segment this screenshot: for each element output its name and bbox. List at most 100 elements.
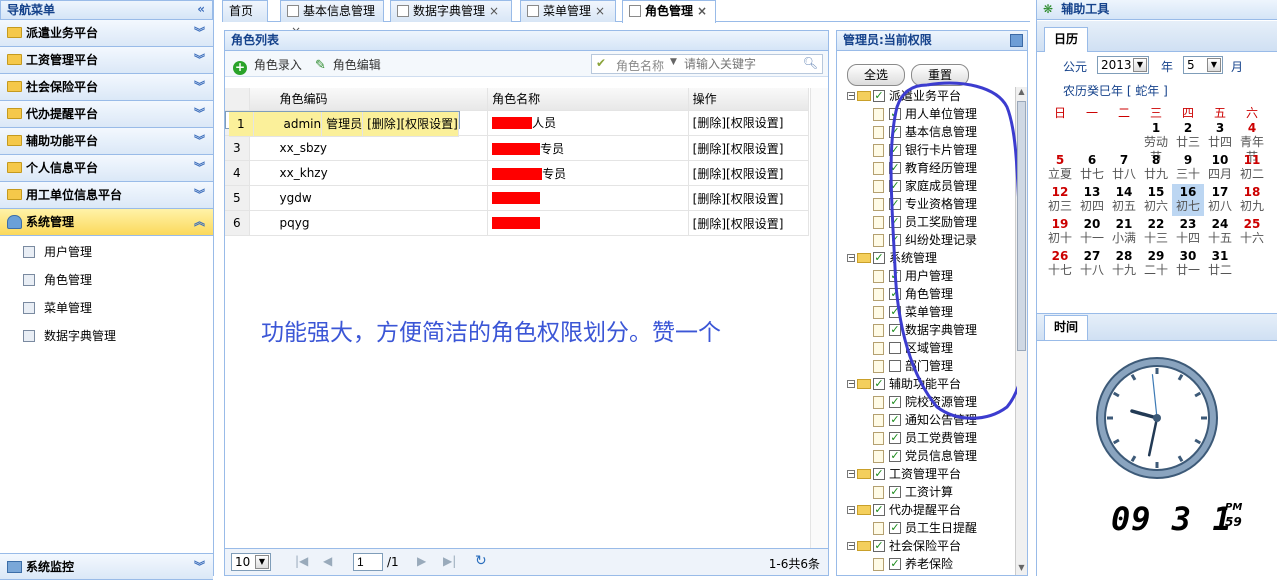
calendar-day[interactable]: 6 廿七: [1076, 152, 1108, 184]
calendar-day[interactable]: 31 廿二: [1204, 248, 1236, 280]
tree-checkbox[interactable]: ✓: [889, 486, 901, 498]
table-row[interactable]: 5 ygdw [删除][权限设置]: [225, 185, 810, 211]
column-header[interactable]: 角色编码: [249, 88, 489, 111]
calendar-day[interactable]: 23 十四: [1172, 216, 1204, 248]
close-icon[interactable]: ×: [489, 4, 499, 18]
tab-time[interactable]: 时间: [1044, 315, 1088, 340]
collapse-toggle-icon[interactable]: −: [847, 380, 855, 388]
year-select[interactable]: 2013 ▼: [1097, 56, 1149, 74]
prev-page-icon[interactable]: ◀: [323, 554, 332, 568]
table-row[interactable]: 3 xx_sbzy 专员 [删除][权限设置]: [225, 135, 810, 161]
first-page-icon[interactable]: |◀: [295, 554, 308, 568]
calendar-day[interactable]: 10 四月: [1204, 152, 1236, 184]
calendar-day[interactable]: 21 小满: [1108, 216, 1140, 248]
tab[interactable]: 角色管理 ×: [622, 0, 716, 23]
last-page-icon[interactable]: ▶|: [443, 554, 456, 568]
save-icon[interactable]: [1010, 34, 1023, 47]
tree-node[interactable]: − ✓ 社会保险平台: [845, 537, 1015, 555]
tree-checkbox[interactable]: ✓: [873, 540, 885, 552]
calendar-day[interactable]: 3 廿四: [1204, 120, 1236, 152]
calendar-day[interactable]: 12 初三: [1044, 184, 1076, 216]
calendar-day[interactable]: 14 初五: [1108, 184, 1140, 216]
nav-group[interactable]: 社会保险平台 ︾: [0, 74, 213, 101]
tree-checkbox[interactable]: ✓: [889, 450, 901, 462]
row-actions[interactable]: [删除][权限设置]: [362, 111, 459, 137]
month-select[interactable]: 5 ▼: [1183, 56, 1223, 74]
scroll-up-icon[interactable]: ▲: [1016, 87, 1027, 99]
chevron-down-icon[interactable]: ︾: [194, 554, 205, 580]
calendar-day[interactable]: 2 廿三: [1172, 120, 1204, 152]
table-row[interactable]: 1 admin 管理员 [删除][权限设置]: [225, 110, 460, 137]
close-icon[interactable]: ×: [697, 4, 707, 18]
calendar-day[interactable]: 9 三十: [1172, 152, 1204, 184]
table-row[interactable]: 4 xx_khzy 专员 [删除][权限设置]: [225, 160, 810, 186]
calendar-day[interactable]: 24 十五: [1204, 216, 1236, 248]
tab[interactable]: 首页: [222, 0, 268, 22]
chevron-down-icon[interactable]: ︾: [194, 101, 205, 127]
nav-subitem[interactable]: 数据字典管理: [0, 322, 213, 350]
chevron-down-icon[interactable]: ︾: [194, 47, 205, 73]
calendar-day[interactable]: 1 劳动节: [1140, 120, 1172, 164]
calendar-day[interactable]: 5 立夏: [1044, 152, 1076, 184]
search-field-select[interactable]: 角色名称: [616, 57, 664, 74]
calendar-day[interactable]: 8 廿九: [1140, 152, 1172, 184]
page-size-select[interactable]: 10 ▼: [231, 553, 271, 571]
nav-group[interactable]: 派遣业务平台 ︾: [0, 20, 213, 47]
chevron-down-icon[interactable]: ︾: [194, 74, 205, 100]
tab-calendar[interactable]: 日历: [1044, 27, 1088, 52]
chevron-down-icon[interactable]: ︾: [194, 20, 205, 46]
nav-group-system[interactable]: 系统管理 ︽: [0, 209, 213, 236]
collapse-icon[interactable]: «: [197, 0, 205, 18]
nav-subitem[interactable]: 角色管理: [0, 266, 213, 294]
nav-group[interactable]: 代办提醒平台 ︾: [0, 101, 213, 128]
nav-group[interactable]: 用工单位信息平台 ︾: [0, 182, 213, 209]
calendar-day[interactable]: 4 青年节: [1236, 120, 1268, 164]
close-icon[interactable]: ×: [595, 4, 605, 18]
scroll-down-icon[interactable]: ▼: [1016, 563, 1027, 575]
calendar-day[interactable]: 17 初八: [1204, 184, 1236, 216]
scroll-thumb[interactable]: [1017, 101, 1026, 351]
chevron-down-icon[interactable]: ︾: [194, 155, 205, 181]
tab[interactable]: 基本信息管理×: [280, 0, 384, 38]
chevron-up-icon[interactable]: ︽: [194, 209, 205, 235]
nav-group[interactable]: 工资管理平台 ︾: [0, 47, 213, 74]
calendar-day[interactable]: 22 十三: [1140, 216, 1172, 248]
row-actions[interactable]: [删除][权限设置]: [688, 160, 810, 186]
column-header[interactable]: 角色名称: [487, 88, 689, 111]
row-actions[interactable]: [删除][权限设置]: [688, 210, 810, 236]
row-actions[interactable]: [删除][权限设置]: [688, 185, 810, 211]
calendar-day[interactable]: 29 二十: [1140, 248, 1172, 280]
calendar-day[interactable]: 20 十一: [1076, 216, 1108, 248]
tree-node[interactable]: − ✓ 工资管理平台: [845, 465, 1015, 483]
collapse-toggle-icon[interactable]: −: [847, 254, 855, 262]
calendar-day[interactable]: 19 初十: [1044, 216, 1076, 248]
calendar-day[interactable]: 7 廿八: [1108, 152, 1140, 184]
calendar-day[interactable]: 11 初二: [1236, 152, 1268, 184]
calendar-day[interactable]: 27 十八: [1076, 248, 1108, 280]
tree-node[interactable]: ✓ 员工生日提醒: [845, 519, 1015, 537]
calendar-day[interactable]: 18 初九: [1236, 184, 1268, 216]
page-input[interactable]: [353, 553, 383, 571]
calendar-day[interactable]: 30 廿一: [1172, 248, 1204, 280]
chevron-down-icon[interactable]: ︾: [194, 128, 205, 154]
edit-role-button[interactable]: ✎ 角色编辑: [315, 56, 381, 73]
search-icon[interactable]: 🔍︎: [803, 56, 818, 70]
calendar-day[interactable]: 15 初六: [1140, 184, 1172, 216]
tab[interactable]: 菜单管理 ×: [520, 0, 616, 22]
chevron-down-icon[interactable]: ︾: [194, 182, 205, 208]
collapse-toggle-icon[interactable]: −: [847, 542, 855, 550]
tab[interactable]: 数据字典管理 ×: [390, 0, 512, 22]
nav-subitem[interactable]: 用户管理: [0, 238, 213, 266]
calendar-day[interactable]: 13 初四: [1076, 184, 1108, 216]
row-actions[interactable]: [删除][权限设置]: [688, 110, 810, 136]
calendar-day[interactable]: 16 初七: [1172, 184, 1204, 216]
calendar-day[interactable]: 25 十六: [1236, 216, 1268, 248]
calendar-day[interactable]: 28 十九: [1108, 248, 1140, 280]
nav-group[interactable]: 个人信息平台 ︾: [0, 155, 213, 182]
tree-node[interactable]: ✓ 养老保险: [845, 555, 1015, 573]
tree-node[interactable]: ✓ 党员信息管理: [845, 447, 1015, 465]
search-input[interactable]: [684, 56, 798, 72]
tree-checkbox[interactable]: ✓: [873, 468, 885, 480]
refresh-icon[interactable]: ↻: [475, 553, 487, 569]
add-role-button[interactable]: + 角色录入: [233, 56, 302, 75]
